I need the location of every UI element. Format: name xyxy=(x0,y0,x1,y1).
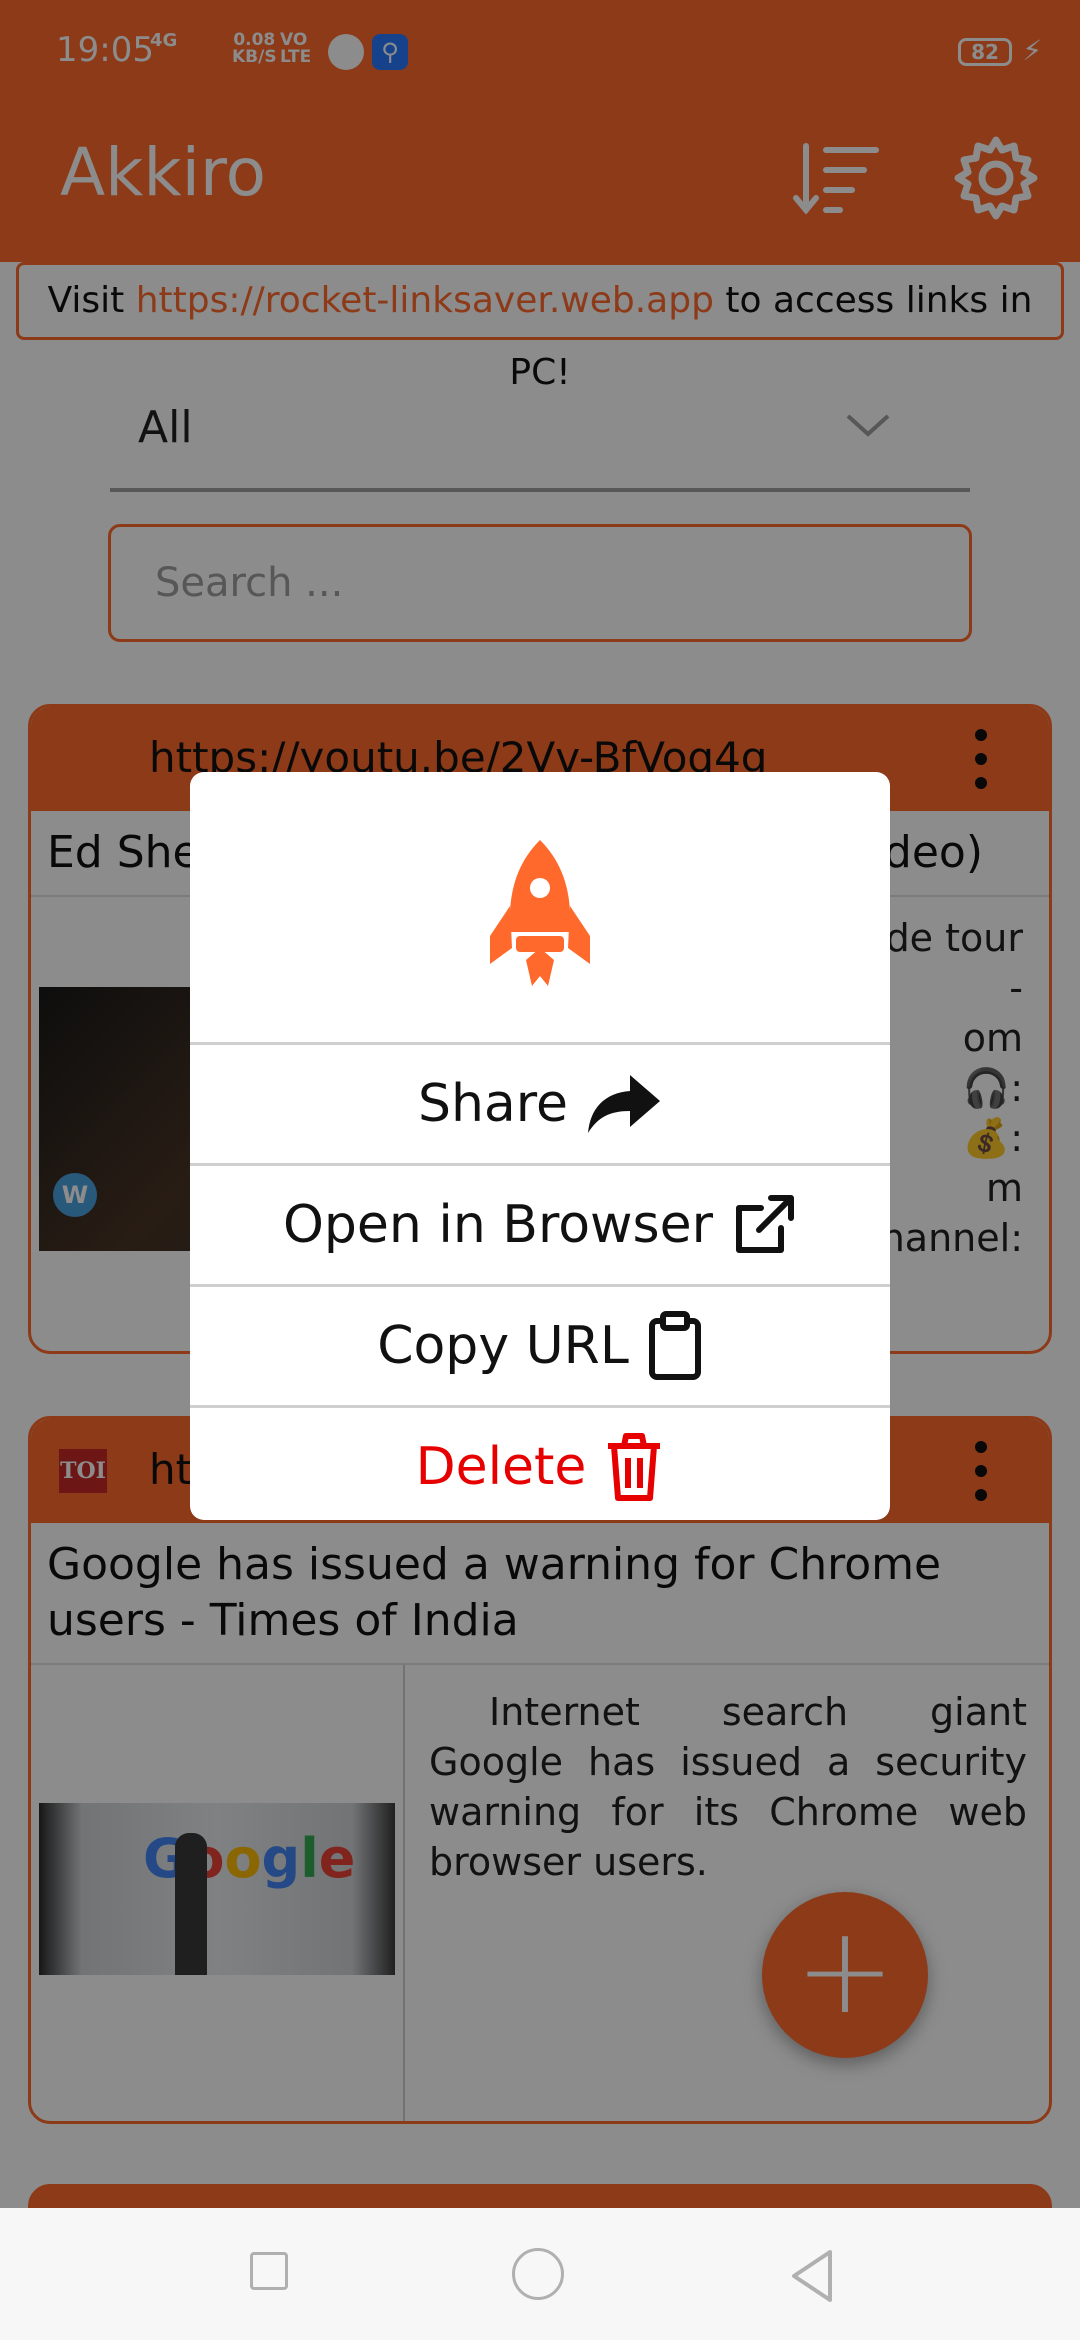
open-in-browser-label: Open in Browser xyxy=(282,1195,714,1255)
system-nav-bar xyxy=(0,2208,1080,2340)
delete-label: Delete xyxy=(415,1437,587,1497)
share-option[interactable]: Share xyxy=(190,1045,890,1166)
link-options-dialog: Share Open in Browser Copy URL Delete xyxy=(190,772,890,1520)
back-button[interactable] xyxy=(788,2248,836,2304)
open-in-browser-option[interactable]: Open in Browser xyxy=(190,1166,890,1287)
trash-icon xyxy=(608,1433,661,1501)
delete-option[interactable]: Delete xyxy=(190,1408,890,1520)
share-label: Share xyxy=(417,1074,569,1134)
recents-button[interactable] xyxy=(250,2252,288,2290)
share-icon xyxy=(588,1075,661,1133)
dialog-header xyxy=(190,772,890,1045)
copy-url-option[interactable]: Copy URL xyxy=(190,1287,890,1408)
home-button[interactable] xyxy=(512,2248,564,2300)
rocket-icon xyxy=(490,840,590,986)
external-link-icon xyxy=(736,1195,795,1253)
copy-url-label: Copy URL xyxy=(377,1316,629,1376)
clipboard-icon xyxy=(648,1311,701,1380)
